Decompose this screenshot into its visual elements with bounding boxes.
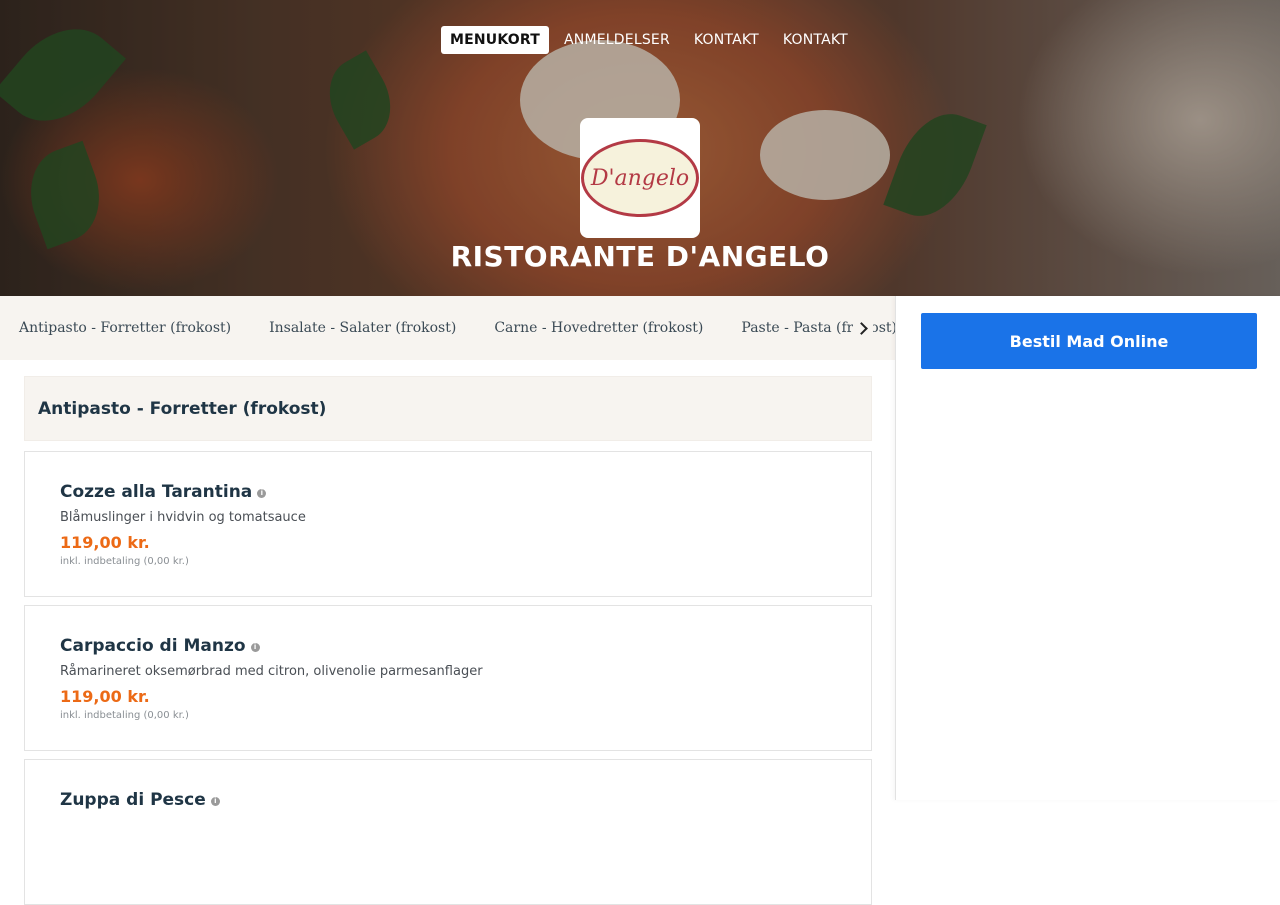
menu-list: Antipasto - Forretter (frokost) Cozze al…: [24, 376, 872, 905]
restaurant-name: RISTORANTE D'ANGELO: [450, 240, 830, 273]
menu-item-name-row: Cozze alla Tarantina i: [60, 482, 871, 502]
chevron-right-icon[interactable]: [853, 318, 873, 338]
nav-menukort[interactable]: MENUKORT: [441, 26, 550, 54]
info-icon[interactable]: i: [257, 489, 267, 498]
category-carne[interactable]: Carne - Hovedretter (frokost): [494, 320, 703, 336]
info-icon[interactable]: i: [210, 797, 220, 806]
menu-item[interactable]: Zuppa di Pesce i: [24, 759, 872, 905]
nav-kontakt[interactable]: KONTAKT: [685, 26, 768, 54]
hero-banner: MENUKORT ANMELDELSER KONTAKT KONTAKT D'a…: [0, 0, 1280, 296]
category-bar: Antipasto - Forretter (frokost) Insalate…: [0, 296, 895, 360]
category-insalate[interactable]: Insalate - Salater (frokost): [269, 320, 456, 336]
section-header: Antipasto - Forretter (frokost): [24, 376, 872, 441]
menu-item-name: Zuppa di Pesce: [60, 790, 206, 810]
logo-text: D'angelo: [590, 165, 690, 191]
nav-kontakt-2[interactable]: KONTAKT: [774, 26, 857, 54]
menu-item-price: 119,00 kr.: [60, 533, 150, 552]
menu-item-name: Carpaccio di Manzo: [60, 636, 246, 656]
category-antipasto[interactable]: Antipasto - Forretter (frokost): [19, 320, 231, 336]
info-icon[interactable]: i: [250, 643, 260, 652]
menu-item[interactable]: Cozze alla Tarantina i Blåmuslinger i hv…: [24, 451, 872, 597]
restaurant-logo: D'angelo: [580, 118, 700, 238]
top-nav: MENUKORT ANMELDELSER KONTAKT KONTAKT: [441, 26, 863, 54]
menu-item-name: Cozze alla Tarantina: [60, 482, 253, 502]
menu-item-note: inkl. indbetaling (0,00 kr.): [60, 556, 189, 567]
nav-anmeldelser[interactable]: ANMELDELSER: [555, 26, 679, 54]
order-online-button[interactable]: Bestil Mad Online: [921, 313, 1257, 369]
menu-item-name-row: Zuppa di Pesce i: [60, 790, 871, 810]
menu-item-price: 119,00 kr.: [60, 687, 150, 706]
menu-item-description: Råmarineret oksemørbrad med citron, oliv…: [60, 664, 483, 679]
menu-item-name-row: Carpaccio di Manzo i: [60, 636, 871, 656]
logo-oval: D'angelo: [581, 139, 699, 217]
order-panel: Bestil Mad Online: [895, 296, 1280, 800]
section-title: Antipasto - Forretter (frokost): [38, 398, 327, 419]
menu-item-description: Blåmuslinger i hvidvin og tomatsauce: [60, 510, 306, 525]
menu-item-note: inkl. indbetaling (0,00 kr.): [60, 710, 189, 721]
menu-item[interactable]: Carpaccio di Manzo i Råmarineret oksemør…: [24, 605, 872, 751]
